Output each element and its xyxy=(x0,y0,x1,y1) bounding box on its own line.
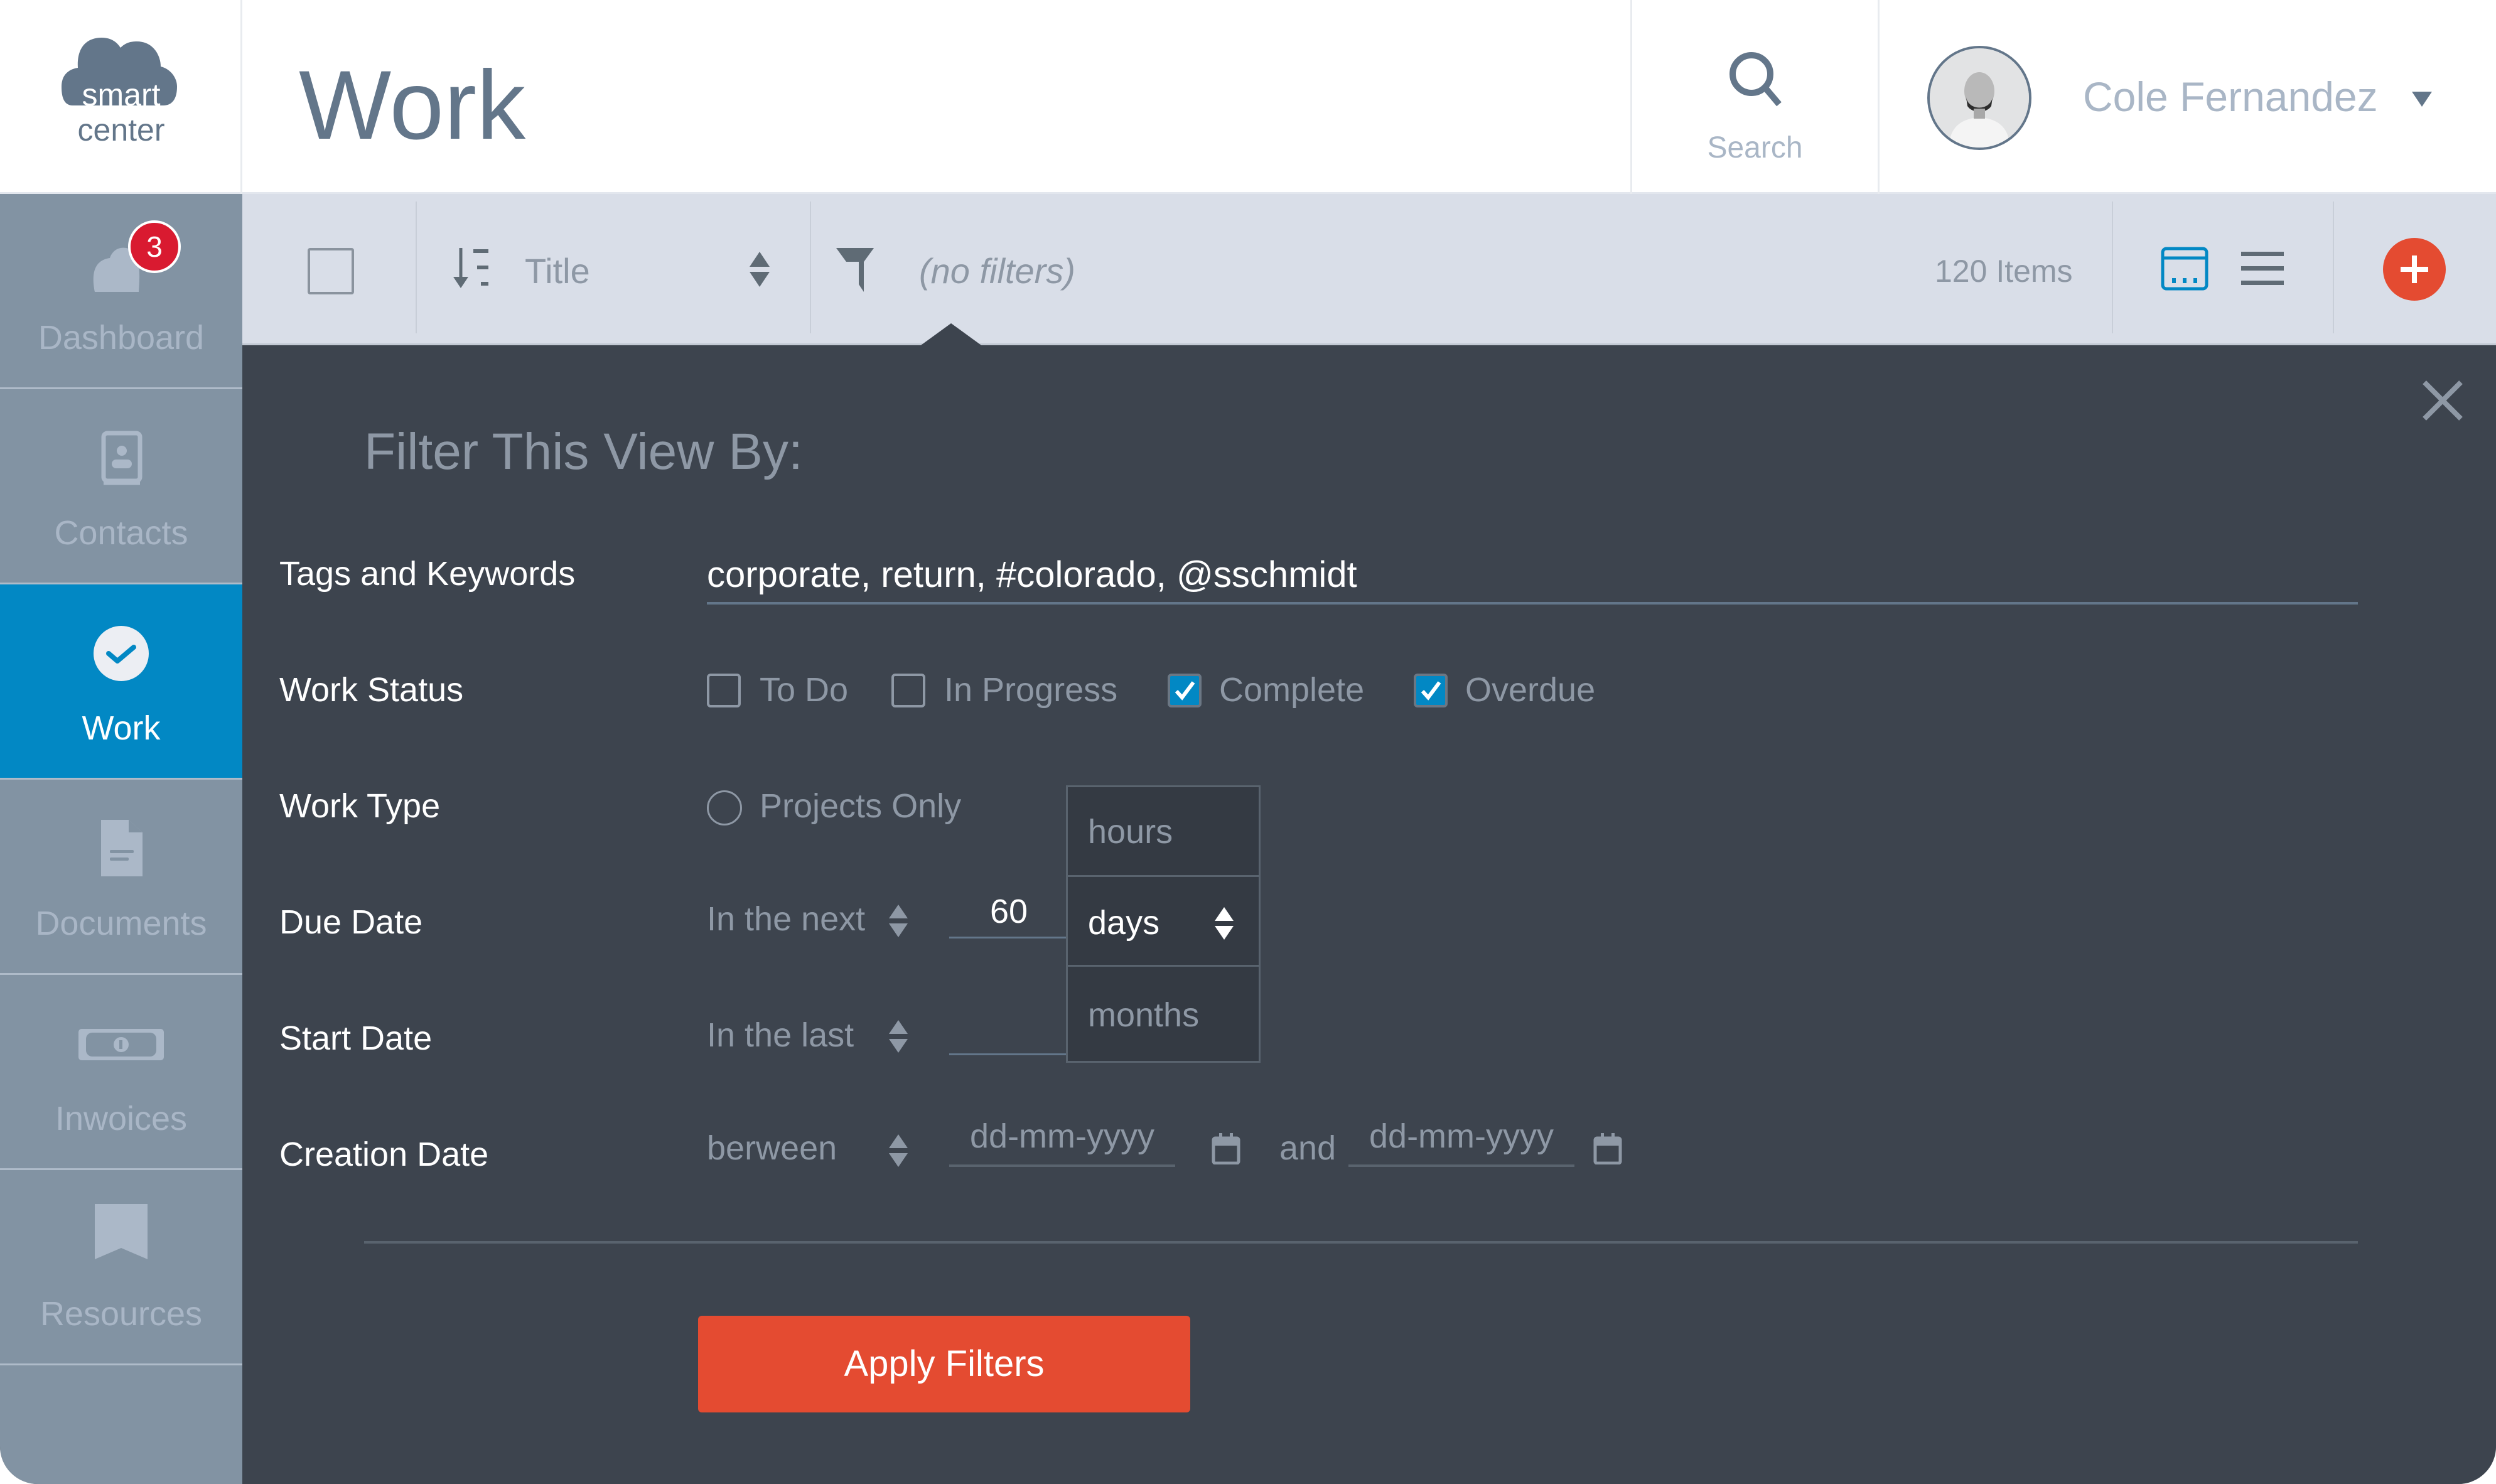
item-count: 120 Items xyxy=(1935,254,2073,289)
work-type-label: Work Type xyxy=(279,787,441,825)
overdue-checkbox[interactable] xyxy=(1414,674,1448,707)
overdue-label[interactable]: Overdue xyxy=(1465,670,1595,709)
due-date-mode[interactable]: In the next xyxy=(707,900,865,938)
user-photo-icon xyxy=(1930,48,2029,148)
user-name[interactable]: Cole Fernandez xyxy=(2083,73,2378,121)
sidebar-item-label: Resources xyxy=(40,1295,203,1333)
page-title: Work xyxy=(299,51,526,160)
sort-descending-icon[interactable] xyxy=(452,248,497,289)
and-label: and xyxy=(1279,1129,1337,1167)
in-progress-label[interactable]: In Progress xyxy=(944,670,1117,709)
dropdown-option-days[interactable]: days xyxy=(1068,875,1259,967)
calendar-icon[interactable] xyxy=(1212,1132,1240,1164)
sort-field-label[interactable]: Title xyxy=(525,250,590,291)
search-label: Search xyxy=(1707,131,1803,164)
sidebar-item-contacts[interactable]: Contacts xyxy=(0,389,242,584)
sidebar-item-dashboard[interactable]: 3 Dashboard xyxy=(0,194,242,389)
select-all-checkbox[interactable] xyxy=(308,248,354,294)
avatar[interactable] xyxy=(1927,46,2031,150)
search-icon xyxy=(1729,52,1782,107)
toolbar: Title (no filters) 120 Items xyxy=(242,194,2496,345)
close-icon[interactable] xyxy=(2421,379,2465,422)
sidebar-item-label: Work xyxy=(82,709,161,747)
sidebar-item-label: Inwoices xyxy=(55,1100,188,1137)
sidebar: 3 Dashboard Contacts Work Documents Inwo… xyxy=(0,194,242,1484)
divider xyxy=(810,202,811,333)
active-filters-text[interactable]: (no filters) xyxy=(919,250,1075,291)
due-date-label: Due Date xyxy=(279,903,423,941)
projects-only-label[interactable]: Projects Only xyxy=(760,787,961,825)
banknote-icon xyxy=(78,1029,164,1060)
complete-checkbox[interactable] xyxy=(1168,674,1202,707)
logo-text-smart: smart xyxy=(82,77,161,112)
tags-input[interactable] xyxy=(707,547,2358,605)
header: smart center Work Search Cole Fernandez xyxy=(0,0,2496,194)
option-label: days xyxy=(1088,904,1160,942)
sidebar-item-work[interactable]: Work xyxy=(0,584,242,780)
panel-title: Filter This View By: xyxy=(364,423,803,480)
due-date-amount-input[interactable]: 60 xyxy=(949,892,1068,938)
app-window: smart center Work Search Cole Fernandez xyxy=(0,0,2496,1484)
creation-date-label: Creation Date xyxy=(279,1136,489,1173)
start-date-mode[interactable]: In the last xyxy=(707,1016,854,1055)
projects-only-radio[interactable] xyxy=(707,790,742,825)
creation-date-mode[interactable]: berween xyxy=(707,1129,837,1168)
search-button[interactable]: Search xyxy=(1630,0,1880,194)
notification-badge: 3 xyxy=(128,220,181,273)
divider xyxy=(364,1241,2358,1244)
unit-dropdown[interactable]: hours days months xyxy=(1066,785,1261,1063)
divider xyxy=(2112,202,2113,333)
creation-date-to-input[interactable]: dd-mm-yyyy xyxy=(1348,1117,1574,1167)
start-date-amount-input[interactable] xyxy=(949,1009,1068,1055)
sidebar-item-label: Contacts xyxy=(54,514,188,552)
work-status-label: Work Status xyxy=(279,671,464,709)
popover-pointer xyxy=(917,323,986,348)
filter-panel: Filter This View By: Tags and Keywords W… xyxy=(242,347,2496,1484)
due-date-mode-spinner-icon[interactable] xyxy=(889,905,909,938)
sidebar-item-label: Documents xyxy=(35,905,207,942)
creation-date-mode-spinner-icon[interactable] xyxy=(889,1134,909,1168)
list-view-icon[interactable] xyxy=(2241,250,2284,287)
plus-icon xyxy=(2401,255,2428,283)
filter-icon[interactable] xyxy=(836,248,874,292)
todo-label[interactable]: To Do xyxy=(760,670,848,709)
apply-filters-button[interactable]: Apply Filters xyxy=(698,1316,1190,1412)
sidebar-item-invoices[interactable]: Inwoices xyxy=(0,975,242,1170)
start-date-label: Start Date xyxy=(279,1019,433,1057)
chevron-down-icon[interactable] xyxy=(2412,92,2432,107)
divider xyxy=(416,202,417,333)
document-icon xyxy=(101,820,143,876)
logo-text-center: center xyxy=(77,112,165,148)
sidebar-item-label: Dashboard xyxy=(38,319,205,357)
sidebar-item-resources[interactable]: Resources xyxy=(0,1170,242,1365)
unit-spinner-icon[interactable] xyxy=(1215,907,1235,941)
in-progress-checkbox[interactable] xyxy=(891,674,925,707)
todo-checkbox[interactable] xyxy=(707,674,741,707)
card-view-icon[interactable] xyxy=(2161,247,2208,291)
check-circle-icon xyxy=(94,626,149,681)
checkmark-icon xyxy=(1175,681,1195,701)
add-button[interactable] xyxy=(2383,238,2446,301)
option-label: hours xyxy=(1088,813,1173,851)
bookmark-icon xyxy=(95,1204,148,1259)
logo[interactable]: smart center xyxy=(0,0,242,194)
sort-toggle-icon[interactable] xyxy=(750,252,770,289)
contact-book-icon xyxy=(101,431,143,485)
checkmark-icon xyxy=(1421,681,1441,701)
tags-label: Tags and Keywords xyxy=(279,555,576,593)
sidebar-item-documents[interactable]: Documents xyxy=(0,780,242,975)
dropdown-option-months[interactable]: months xyxy=(1068,971,1259,1062)
calendar-icon[interactable] xyxy=(1593,1132,1622,1164)
start-date-mode-spinner-icon[interactable] xyxy=(889,1020,909,1054)
complete-label[interactable]: Complete xyxy=(1219,670,1364,709)
divider xyxy=(2333,202,2334,333)
option-label: months xyxy=(1088,996,1200,1034)
dropdown-option-hours[interactable]: hours xyxy=(1068,787,1259,879)
creation-date-from-input[interactable]: dd-mm-yyyy xyxy=(949,1117,1175,1167)
